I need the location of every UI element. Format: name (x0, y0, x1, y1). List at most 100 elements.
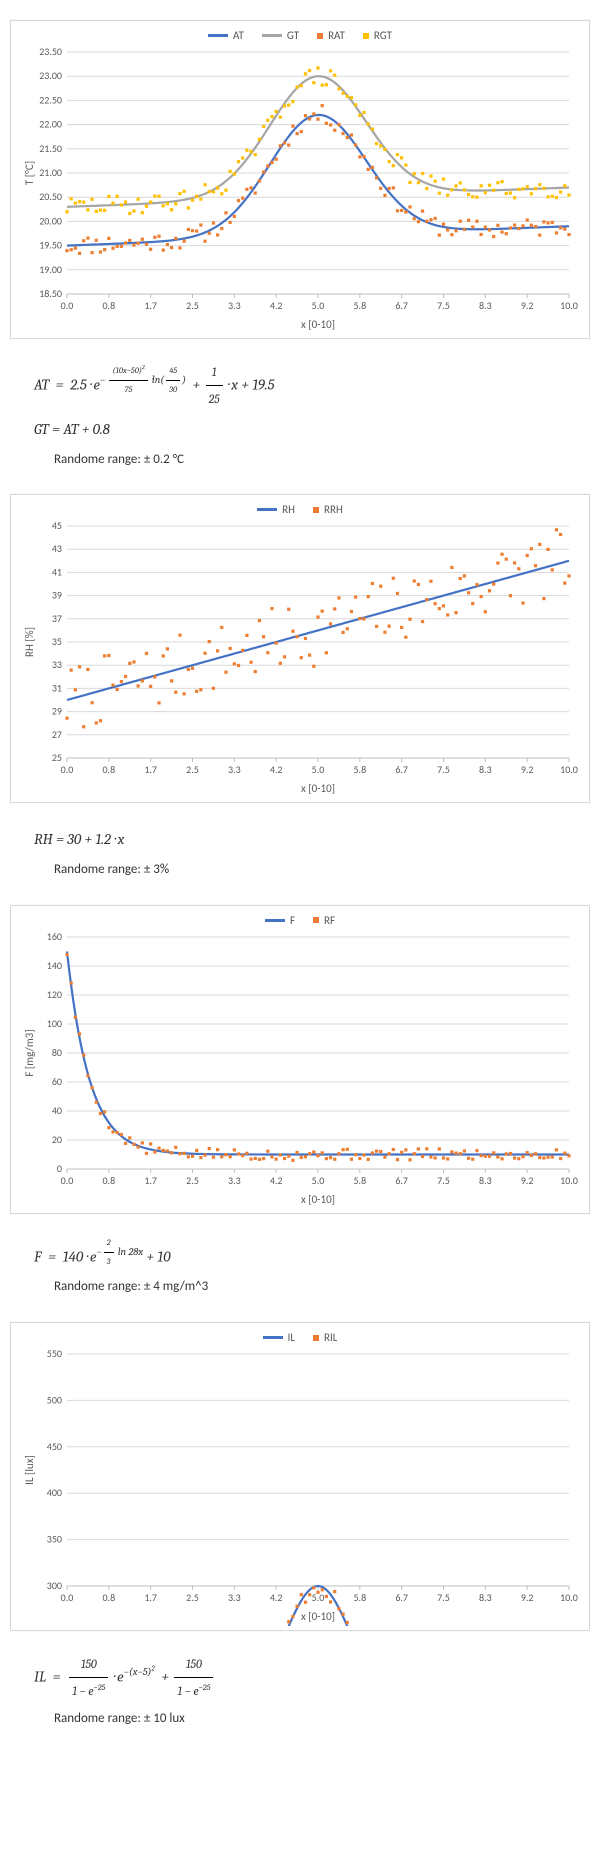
random-range: Randome range: ± 3% (34, 856, 572, 885)
svg-text:22.50: 22.50 (39, 93, 62, 106)
series-label: RRH (324, 503, 343, 516)
svg-text:4.2: 4.2 (270, 1174, 283, 1187)
svg-text:5.0: 5.0 (312, 299, 325, 312)
equation-rh: RH = 30 + 1.2 · x (34, 823, 572, 856)
svg-text:9.2: 9.2 (521, 1174, 534, 1187)
random-range: Randome range: ± 4 mg/m^3 (34, 1273, 572, 1302)
svg-text:500: 500 (47, 1393, 62, 1406)
svg-text:1.7: 1.7 (144, 1174, 157, 1187)
svg-text:7.5: 7.5 (437, 299, 450, 312)
chart-illuminance: IL RIL 3003504004505005500.00.81.72.53.3… (10, 1322, 590, 1631)
svg-text:120: 120 (47, 988, 62, 1001)
svg-text:2.5: 2.5 (186, 1591, 199, 1604)
svg-text:10.0: 10.0 (560, 763, 578, 776)
svg-text:3.3: 3.3 (228, 763, 241, 776)
svg-text:8.3: 8.3 (479, 1591, 492, 1604)
svg-text:5.8: 5.8 (353, 1174, 366, 1187)
legend: AT GT RAT RGT (19, 29, 581, 42)
svg-text:10.0: 10.0 (560, 299, 578, 312)
svg-text:19.00: 19.00 (39, 263, 62, 276)
svg-text:2.5: 2.5 (186, 763, 199, 776)
series-label: F (290, 914, 295, 927)
chart-formaldehyde: F RF 0204060801001201401600.00.81.72.53.… (10, 905, 590, 1214)
series-label: GT (287, 29, 299, 42)
chart-temperature: AT GT RAT RGT 18.5019.0019.5020.0020.502… (10, 20, 590, 339)
svg-text:3.3: 3.3 (228, 1591, 241, 1604)
chart-svg: 0204060801001201401600.00.81.72.53.34.25… (19, 929, 579, 1209)
svg-text:100: 100 (47, 1017, 62, 1030)
svg-text:7.5: 7.5 (437, 1591, 450, 1604)
equation-block: AT = 2.5 · e− (10x−50)275 ·ln(4530) + 12… (10, 353, 590, 494)
legend: IL RIL (19, 1331, 581, 1344)
svg-text:7.5: 7.5 (437, 763, 450, 776)
equation-il: IL = 1501 − e−25 · e−(x−5)2 + 1501 − e−2… (34, 1651, 572, 1705)
svg-text:18.50: 18.50 (39, 287, 62, 300)
svg-text:43: 43 (52, 543, 62, 556)
svg-text:0.8: 0.8 (102, 1174, 115, 1187)
chart-svg: 3003504004505005500.00.81.72.53.34.25.05… (19, 1346, 579, 1626)
svg-text:3.3: 3.3 (228, 299, 241, 312)
svg-text:37: 37 (52, 612, 62, 625)
svg-text:4.2: 4.2 (270, 299, 283, 312)
svg-text:21.50: 21.50 (39, 142, 62, 155)
series-label: RH (282, 503, 295, 516)
svg-text:7.5: 7.5 (437, 1174, 450, 1187)
svg-text:21.00: 21.00 (39, 166, 62, 179)
svg-text:20.00: 20.00 (39, 214, 62, 227)
svg-text:1.7: 1.7 (144, 299, 157, 312)
svg-text:10.0: 10.0 (560, 1591, 578, 1604)
svg-text:T [°C]: T [°C] (23, 161, 36, 185)
svg-text:IL [lux]: IL [lux] (23, 1455, 36, 1485)
svg-text:33: 33 (52, 659, 62, 672)
svg-text:x [0-10]: x [0-10] (301, 1610, 335, 1623)
series-label: IL (288, 1331, 295, 1344)
svg-text:8.3: 8.3 (479, 299, 492, 312)
svg-text:160: 160 (47, 930, 62, 943)
svg-text:140: 140 (47, 959, 62, 972)
equation-at: AT = 2.5 · e− (10x−50)275 ·ln(4530) + 12… (34, 359, 572, 413)
svg-text:41: 41 (52, 566, 62, 579)
svg-text:4.2: 4.2 (270, 763, 283, 776)
equation-block: F = 140 · e−23 ln 28·x + 10 Randome rang… (10, 1228, 590, 1322)
series-label: RGT (374, 29, 392, 42)
svg-text:23.50: 23.50 (39, 45, 62, 58)
svg-text:9.2: 9.2 (521, 299, 534, 312)
svg-text:400: 400 (47, 1486, 62, 1499)
random-range: Randome range: ± 0.2 °C (34, 446, 572, 475)
series-label: RF (324, 914, 335, 927)
svg-text:8.3: 8.3 (479, 1174, 492, 1187)
svg-text:2.5: 2.5 (186, 1174, 199, 1187)
svg-text:10.0: 10.0 (560, 1174, 578, 1187)
svg-text:5.8: 5.8 (353, 763, 366, 776)
series-label: AT (233, 29, 244, 42)
svg-text:23.00: 23.00 (39, 69, 62, 82)
legend: RH RRH (19, 503, 581, 516)
svg-text:1.7: 1.7 (144, 1591, 157, 1604)
svg-text:6.7: 6.7 (395, 763, 408, 776)
svg-text:4.2: 4.2 (270, 1591, 283, 1604)
equation-gt: GT = AT + 0.8 (34, 413, 572, 446)
svg-text:20.50: 20.50 (39, 190, 62, 203)
svg-text:0.0: 0.0 (61, 1591, 74, 1604)
svg-text:8.3: 8.3 (479, 763, 492, 776)
svg-text:9.2: 9.2 (521, 1591, 534, 1604)
svg-text:5.0: 5.0 (312, 763, 325, 776)
svg-text:550: 550 (47, 1347, 62, 1360)
svg-text:22.00: 22.00 (39, 118, 62, 131)
svg-text:5.0: 5.0 (312, 1174, 325, 1187)
series-label: RIL (324, 1331, 337, 1344)
svg-text:80: 80 (52, 1046, 62, 1059)
svg-text:6.7: 6.7 (395, 1174, 408, 1187)
svg-text:39: 39 (52, 589, 62, 602)
svg-text:RH [%]: RH [%] (23, 627, 36, 657)
svg-text:0.0: 0.0 (61, 763, 74, 776)
chart-svg: 18.5019.0019.5020.0020.5021.0021.5022.00… (19, 44, 579, 334)
svg-text:x [0-10]: x [0-10] (301, 318, 335, 331)
equation-block: IL = 1501 − e−25 · e−(x−5)2 + 1501 − e−2… (10, 1645, 590, 1753)
svg-text:20: 20 (52, 1133, 62, 1146)
svg-text:40: 40 (52, 1104, 62, 1117)
chart-svg: 25272931333537394143450.00.81.72.53.34.2… (19, 518, 579, 798)
svg-text:3.3: 3.3 (228, 1174, 241, 1187)
svg-text:450: 450 (47, 1440, 62, 1453)
svg-text:F [mg/m3]: F [mg/m3] (23, 1029, 36, 1076)
